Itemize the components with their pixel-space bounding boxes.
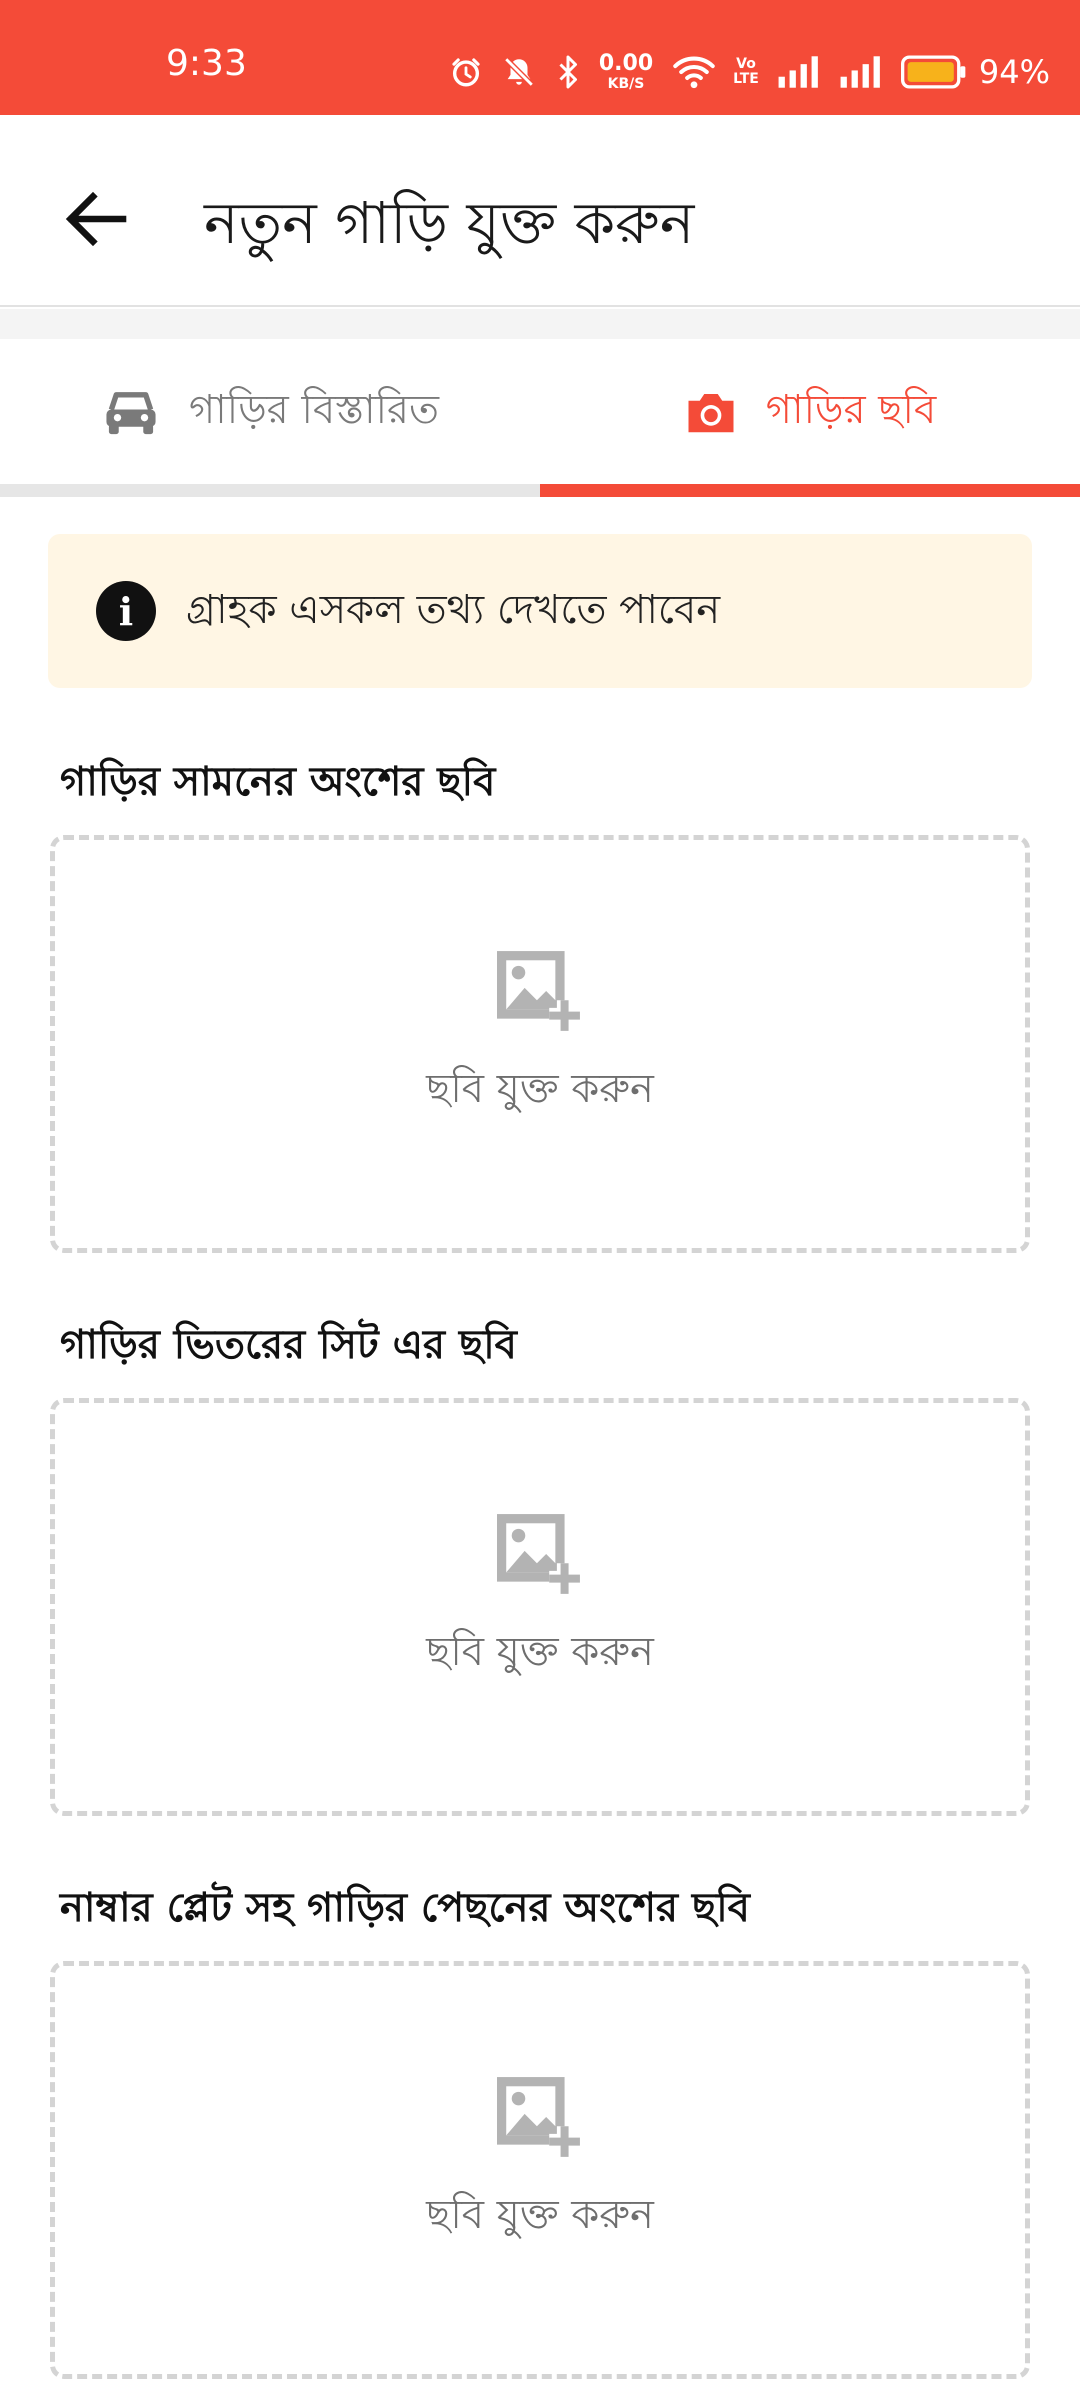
- battery-percent: 94%: [978, 53, 1050, 91]
- section-title-front-photo: গাড়ির সামনের অংশের ছবি: [60, 759, 496, 805]
- status-bar: 9:33 0.00 KB/S Vo LTE 94%: [0, 0, 1080, 115]
- signal-icon: [840, 56, 880, 88]
- upload-front-photo[interactable]: ছবি যুক্ত করুন: [50, 835, 1030, 1253]
- camera-icon: [688, 393, 734, 432]
- section-title-rear-photo: নাম্বার প্লেট সহ গাড়ির পেছনের অংশের ছবি: [60, 1885, 750, 1931]
- add-image-icon: [497, 1513, 580, 1594]
- status-time: 9:33: [166, 43, 247, 84]
- upload-label: ছবি যুক্ত করুন: [426, 2191, 654, 2238]
- car-icon: [106, 391, 156, 434]
- bluetooth-icon: [559, 55, 577, 89]
- add-image-icon: [497, 950, 580, 1031]
- arrow-back-icon: [65, 191, 127, 247]
- page-title: নতুন গাড়ি যুক্ত করুন: [204, 189, 695, 257]
- tab-active-indicator: [540, 484, 1080, 497]
- section-title-interior-photo: গাড়ির ভিতরের সিট এর ছবি: [60, 1322, 517, 1368]
- upload-label: ছবি যুক্ত করুন: [426, 1065, 654, 1112]
- upload-interior-photo[interactable]: ছবি যুক্ত করুন: [50, 1398, 1030, 1816]
- info-banner: i গ্রাহক এসকল তথ্য দেখতে পাবেন: [48, 534, 1032, 688]
- app-screen: 9:33 0.00 KB/S Vo LTE 94% নতুন গাড়ি যুক…: [0, 0, 1080, 2400]
- wifi-icon: [673, 56, 715, 89]
- tab-car-details[interactable]: গাড়ির বিস্তারিত: [0, 339, 540, 484]
- volte-icon: Vo LTE: [733, 57, 759, 86]
- tab-bar: গাড়ির বিস্তারিত গাড়ির ছবি: [0, 339, 1080, 497]
- app-bar: নতুন গাড়ি যুক্ত করুন: [0, 115, 1080, 307]
- add-image-icon: [497, 2076, 580, 2157]
- signal-icon: [778, 56, 818, 88]
- divider: [0, 309, 1080, 339]
- upload-rear-photo[interactable]: ছবি যুক্ত করুন: [50, 1961, 1030, 2379]
- info-icon: i: [96, 581, 156, 641]
- net-speed-value: 0.00: [598, 51, 654, 76]
- mute-icon: [504, 57, 534, 87]
- battery-icon: [900, 55, 966, 89]
- net-speed: 0.00 KB/S: [598, 51, 654, 92]
- net-speed-unit: KB/S: [607, 76, 645, 92]
- back-button[interactable]: [46, 169, 146, 269]
- volte-top: Vo: [736, 56, 756, 73]
- tab-label: গাড়ির ছবি: [765, 387, 937, 433]
- info-text: গ্রাহক এসকল তথ্য দেখতে পাবেন: [186, 586, 721, 633]
- tab-car-photos[interactable]: গাড়ির ছবি: [540, 339, 1080, 484]
- tab-label: গাড়ির বিস্তারিত: [188, 387, 440, 433]
- volte-bottom: LTE: [733, 71, 759, 87]
- upload-label: ছবি যুক্ত করুন: [426, 1628, 654, 1675]
- alarm-icon: [452, 58, 480, 87]
- status-icons: 0.00 KB/S Vo LTE 94%: [449, 50, 1050, 94]
